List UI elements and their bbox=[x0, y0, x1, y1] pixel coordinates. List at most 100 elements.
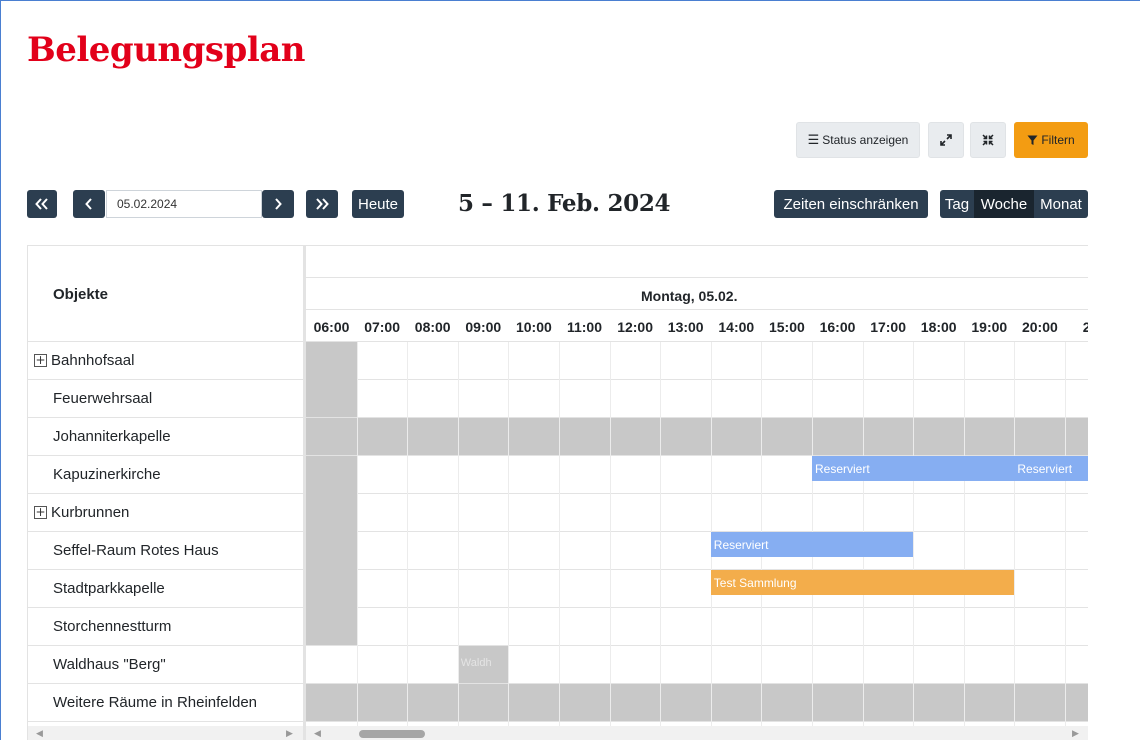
page-title: Belegungsplan bbox=[27, 30, 305, 70]
view-month-button[interactable]: Monat bbox=[1034, 190, 1088, 218]
resource-label: Storchennestturm bbox=[53, 618, 172, 635]
resource-header-label: Objekte bbox=[53, 286, 109, 303]
chevron-left-icon bbox=[85, 198, 92, 210]
hour-label: 09:00 bbox=[465, 319, 502, 335]
timeline-row[interactable] bbox=[306, 494, 1088, 532]
double-chevron-right-icon bbox=[316, 198, 329, 210]
resource-label: Kurbrunnen bbox=[51, 504, 130, 521]
timeline-scroll-left-icon[interactable]: ◀ bbox=[314, 728, 321, 739]
hour-label: 07:00 bbox=[364, 319, 400, 335]
resource-row[interactable]: Johanniterkapelle bbox=[28, 418, 304, 456]
view-switcher: Tag Woche Monat bbox=[940, 190, 1088, 218]
expand-plus-icon[interactable]: + bbox=[34, 354, 47, 367]
hour-label: 12:00 bbox=[617, 319, 653, 335]
hour-label: 17:00 bbox=[870, 319, 906, 335]
hour-label: 19:00 bbox=[971, 319, 1008, 335]
resource-label: Seffel-Raum Rotes Haus bbox=[53, 542, 219, 559]
hour-label: 21 bbox=[1065, 319, 1088, 335]
scroll-right-icon[interactable]: ▶ bbox=[286, 728, 293, 739]
timeline-row[interactable] bbox=[306, 342, 1088, 380]
hour-label: 18:00 bbox=[920, 319, 957, 335]
hour-label: 20:00 bbox=[1021, 319, 1058, 335]
timeline-row[interactable] bbox=[306, 380, 1088, 418]
collapse-arrows-icon bbox=[982, 134, 994, 146]
resource-row[interactable]: Seffel-Raum Rotes Haus bbox=[28, 532, 304, 570]
hour-label: 16:00 bbox=[819, 319, 856, 335]
view-week-button[interactable]: Woche bbox=[974, 190, 1034, 218]
restrict-times-button[interactable]: Zeiten einschränken bbox=[774, 190, 928, 218]
timeline-grid[interactable]: Waldh Reserviert Reserviert Reserviert Test … bbox=[306, 342, 1088, 726]
booking-event[interactable]: Reserviert bbox=[812, 456, 1015, 481]
resource-label: Feuerwehrsaal bbox=[53, 390, 153, 407]
hour-gridline bbox=[963, 342, 965, 726]
hour-gridline bbox=[508, 342, 510, 726]
expand-button[interactable] bbox=[928, 122, 964, 158]
hour-gridline bbox=[457, 342, 459, 726]
time-header-top bbox=[306, 246, 1088, 278]
resource-label: Weitere Räume in Rheinfelden bbox=[53, 694, 258, 711]
hour-label: 06:00 bbox=[313, 319, 350, 335]
hour-gridline bbox=[1065, 342, 1066, 726]
hour-gridline bbox=[1014, 342, 1016, 726]
hour-label: 14:00 bbox=[718, 319, 755, 335]
resource-row[interactable]: Weitere Räume in Rheinfelden bbox=[28, 684, 304, 722]
resource-row[interactable]: Feuerwehrsaal bbox=[28, 380, 304, 418]
filter-button-label: Filtern bbox=[1041, 133, 1075, 147]
resource-label: Kapuzinerkirche bbox=[53, 466, 161, 483]
resource-row[interactable]: + Bahnhofsaal bbox=[28, 342, 304, 380]
booking-event[interactable]: Test Sammlung bbox=[710, 570, 1015, 595]
booking-event[interactable]: Reserviert bbox=[1014, 456, 1088, 481]
horizontal-scrollbar[interactable]: ◀ ▶ ◀ ▶ bbox=[28, 726, 1088, 740]
resource-row[interactable]: Stadtparkkapelle bbox=[28, 570, 304, 608]
hour-gridline bbox=[559, 342, 560, 726]
resource-row[interactable]: Storchennestturm bbox=[28, 608, 304, 646]
time-header: Montag, 05.02. 06:00 07:00 08:00 09:00 10:00… bbox=[306, 246, 1088, 342]
window-border-left bbox=[0, 0, 1, 740]
hour-gridline bbox=[913, 342, 915, 726]
timeline-row[interactable] bbox=[306, 532, 1088, 570]
list-icon: ☰ bbox=[807, 132, 820, 148]
resource-row[interactable]: Waldhaus "Berg" bbox=[28, 646, 304, 684]
scroll-left-icon[interactable]: ◀ bbox=[36, 728, 43, 739]
hour-label: 13:00 bbox=[667, 319, 704, 335]
scroll-thumb[interactable] bbox=[359, 730, 425, 738]
day-label: Montag, 05.02. bbox=[641, 288, 738, 304]
double-chevron-left-icon bbox=[35, 198, 48, 210]
resource-label: Johanniterkapelle bbox=[53, 428, 171, 445]
unavailable-block bbox=[306, 342, 357, 417]
window-border-top bbox=[0, 0, 1140, 1]
today-button[interactable]: Heute bbox=[352, 190, 404, 218]
fit-button[interactable] bbox=[970, 122, 1006, 158]
timeline-row[interactable] bbox=[306, 608, 1088, 646]
scheduler: Objekte Montag, 05.02. 06:00 07:00 08:00 09… bbox=[27, 245, 1088, 740]
unavailable-block bbox=[306, 456, 357, 645]
previous-button[interactable] bbox=[73, 190, 105, 218]
date-input[interactable]: 05.02.2024 bbox=[106, 190, 262, 218]
timeline-scroll-right-icon[interactable]: ▶ bbox=[1072, 728, 1079, 739]
chevron-right-icon bbox=[275, 198, 282, 210]
booking-event[interactable]: Reserviert bbox=[710, 532, 914, 557]
date-range-title: 5 – 11. Feb. 2024 bbox=[458, 190, 671, 217]
hour-label: 15:00 bbox=[768, 319, 805, 335]
status-button-label: Status anzeigen bbox=[822, 133, 909, 147]
last-period-button[interactable] bbox=[306, 190, 338, 218]
filter-button[interactable]: Filtern bbox=[1014, 122, 1088, 158]
unavailable-block bbox=[306, 684, 1088, 721]
resource-label: Stadtparkkapelle bbox=[53, 580, 165, 597]
resource-row[interactable]: Kapuzinerkirche bbox=[28, 456, 304, 494]
timeline-row[interactable] bbox=[306, 646, 1088, 684]
resource-header: Objekte bbox=[28, 246, 304, 342]
resource-label: Bahnhofsaal bbox=[51, 352, 135, 369]
expand-plus-icon[interactable]: + bbox=[34, 506, 47, 519]
view-day-button[interactable]: Tag bbox=[940, 190, 974, 218]
next-button[interactable] bbox=[262, 190, 294, 218]
hour-label: 11:00 bbox=[566, 319, 603, 335]
hour-gridline bbox=[660, 342, 662, 726]
hour-gridline bbox=[356, 342, 358, 726]
status-button[interactable]: ☰ Status anzeigen bbox=[796, 122, 920, 158]
first-period-button[interactable] bbox=[27, 190, 57, 218]
hour-gridline bbox=[609, 342, 611, 726]
ghost-event-label: Waldh bbox=[460, 657, 492, 669]
unavailable-block bbox=[306, 418, 1088, 455]
resource-row[interactable]: + Kurbrunnen bbox=[28, 494, 304, 532]
